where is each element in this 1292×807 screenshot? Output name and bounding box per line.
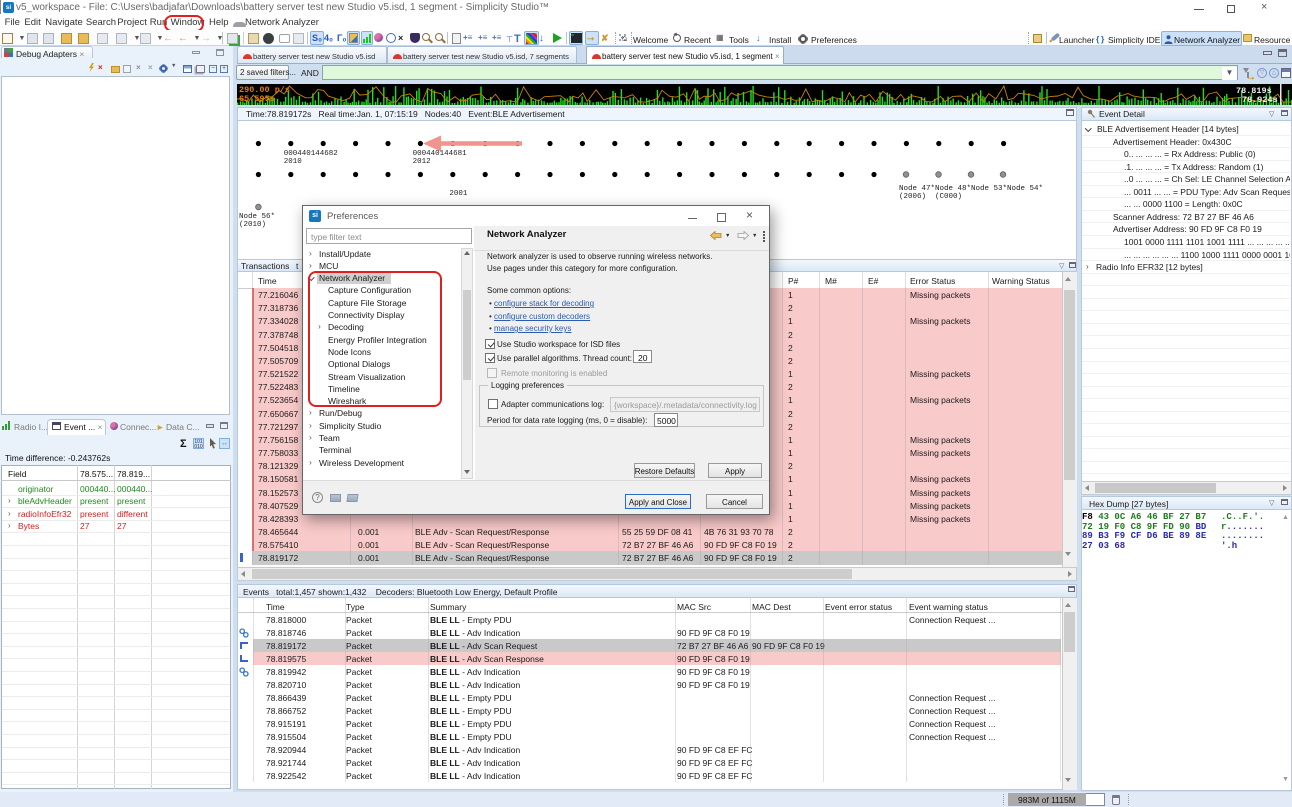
svg-text:78.924s: 78.924s xyxy=(1242,95,1278,105)
svg-text:65.595s: 65.595s xyxy=(239,94,275,104)
